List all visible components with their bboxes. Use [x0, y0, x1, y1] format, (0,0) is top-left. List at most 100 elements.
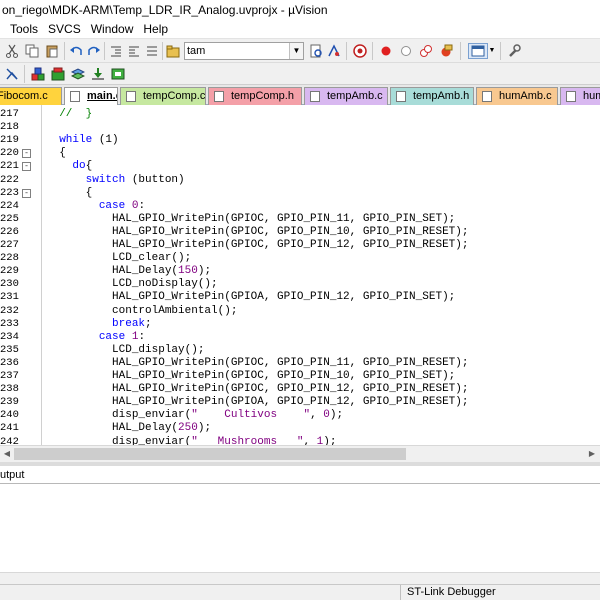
- code-line[interactable]: 224 case 0:: [0, 200, 600, 213]
- code-token: case: [98, 330, 126, 343]
- find-in-files-icon[interactable]: [165, 43, 181, 59]
- layout-dropdown-icon[interactable]: ▼: [488, 43, 496, 59]
- code-token: HAL_GPIO_WritePin(GPIOC, GPIO_PIN_10, GP…: [46, 370, 456, 382]
- unindent-icon[interactable]: [126, 43, 142, 59]
- menu-window[interactable]: Window: [86, 20, 139, 38]
- line-number: 238: [0, 383, 19, 396]
- code-line[interactable]: 238 HAL_GPIO_WritePin(GPIOC, GPIO_PIN_12…: [0, 383, 600, 396]
- chevron-down-icon[interactable]: ▼: [289, 43, 303, 59]
- code-line[interactable]: 226 HAL_GPIO_WritePin(GPIOC, GPIO_PIN_10…: [0, 226, 600, 239]
- comment-icon[interactable]: [144, 43, 160, 59]
- build-icon[interactable]: [30, 66, 46, 82]
- code-line[interactable]: 231 HAL_GPIO_WritePin(GPIOA, GPIO_PIN_12…: [0, 291, 600, 304]
- scrollbar-thumb[interactable]: [14, 448, 406, 460]
- indent-icon[interactable]: [108, 43, 124, 59]
- tab-main-c[interactable]: main.c: [64, 87, 118, 105]
- breakpoint-icon[interactable]: [378, 43, 394, 59]
- rebuild-icon[interactable]: [50, 66, 66, 82]
- options-for-target-icon[interactable]: [110, 66, 126, 82]
- output-horizontal-scrollbar[interactable]: [0, 572, 600, 584]
- code-line[interactable]: 225 HAL_GPIO_WritePin(GPIOC, GPIO_PIN_11…: [0, 213, 600, 226]
- code-line[interactable]: 240 disp_enviar(" Cultivos ", 0);: [0, 409, 600, 422]
- cut-icon[interactable]: [4, 43, 20, 59]
- batch-build-icon[interactable]: [70, 66, 86, 82]
- find-icon[interactable]: [308, 43, 324, 59]
- code-line[interactable]: 228 LCD_clear();: [0, 252, 600, 265]
- code-text: {: [46, 187, 93, 200]
- fold-toggle-icon[interactable]: -: [22, 188, 31, 198]
- redo-icon[interactable]: [86, 43, 102, 59]
- project-toolbar: [0, 63, 600, 85]
- incremental-find-icon[interactable]: [326, 43, 342, 59]
- code-editor[interactable]: 217 // } 218 219 while (1) 220- {221- do{22…: [0, 105, 600, 445]
- code-text: break;: [46, 318, 152, 331]
- code-line[interactable]: 219 while (1): [0, 134, 600, 147]
- tab-tempamb-c[interactable]: tempAmb.c: [304, 87, 388, 105]
- paste-icon[interactable]: [44, 43, 60, 59]
- code-line[interactable]: 234 case 1:: [0, 331, 600, 344]
- undo-icon[interactable]: [68, 43, 84, 59]
- output-window[interactable]: [0, 484, 600, 572]
- tab-humamb-c[interactable]: humAmb.c: [476, 87, 558, 105]
- window-layout-icon[interactable]: [468, 43, 488, 59]
- tab-label: tempComp.h: [231, 90, 294, 102]
- tab-label: tempAmb.c: [327, 90, 383, 102]
- code-token: case: [98, 199, 126, 212]
- disable-breakpoint-icon[interactable]: [398, 43, 414, 59]
- find-combo[interactable]: tam ▼: [184, 42, 304, 60]
- code-text: HAL_GPIO_WritePin(GPIOC, GPIO_PIN_12, GP…: [46, 239, 468, 252]
- code-line[interactable]: 236 HAL_GPIO_WritePin(GPIOC, GPIO_PIN_11…: [0, 357, 600, 370]
- code-token: :: [138, 199, 146, 212]
- kill-breakpoints-icon[interactable]: [438, 43, 454, 59]
- code-line[interactable]: 237 HAL_GPIO_WritePin(GPIOC, GPIO_PIN_10…: [0, 370, 600, 383]
- fold-toggle-icon[interactable]: -: [22, 149, 31, 159]
- tab-tempamb-h[interactable]: tempAmb.h: [390, 87, 474, 105]
- line-number: 226: [0, 225, 19, 238]
- code-line[interactable]: 235 LCD_display();: [0, 344, 600, 357]
- fold-toggle-icon[interactable]: -: [22, 162, 31, 172]
- tab-fibocom-c[interactable]: Fibocom.c: [0, 87, 62, 105]
- code-line[interactable]: 230 LCD_noDisplay();: [0, 278, 600, 291]
- code-token: disp_enviar(: [46, 409, 192, 422]
- code-line[interactable]: 232 controlAmbiental();: [0, 305, 600, 318]
- download-icon[interactable]: [90, 66, 106, 82]
- code-line[interactable]: 222 switch (button): [0, 174, 600, 187]
- code-line[interactable]: 233 break;: [0, 318, 600, 331]
- copy-icon[interactable]: [24, 43, 40, 59]
- menu-tools[interactable]: Tools: [0, 20, 43, 38]
- code-line[interactable]: 223- {: [0, 187, 600, 200]
- tab-tempcomp-h[interactable]: tempComp.h: [208, 87, 302, 105]
- translate-icon[interactable]: [4, 66, 20, 82]
- scroll-right-icon[interactable]: ▶: [586, 448, 598, 460]
- file-icon: [310, 91, 320, 102]
- line-number: 234: [0, 330, 19, 343]
- code-line[interactable]: 221- do{: [0, 160, 600, 173]
- code-line[interactable]: 239 HAL_GPIO_WritePin(GPIOA, GPIO_PIN_12…: [0, 396, 600, 409]
- editor-horizontal-scrollbar[interactable]: ◀ ▶: [0, 445, 600, 462]
- code-token: LCD_noDisplay();: [46, 278, 218, 291]
- code-token: do: [72, 160, 86, 173]
- code-line[interactable]: 217 // }: [0, 108, 600, 121]
- configure-icon[interactable]: [506, 43, 522, 59]
- disable-all-breakpoints-icon[interactable]: [418, 43, 434, 59]
- code-line[interactable]: 227 HAL_GPIO_WritePin(GPIOC, GPIO_PIN_12…: [0, 239, 600, 252]
- menu-help[interactable]: Help: [138, 20, 173, 38]
- code-line[interactable]: 242 disp_enviar(" Mushrooms ", 1);: [0, 436, 600, 446]
- code-text: HAL_GPIO_WritePin(GPIOA, GPIO_PIN_12, GP…: [46, 396, 468, 409]
- code-line[interactable]: 218: [0, 121, 600, 134]
- code-token: 150: [178, 265, 198, 278]
- menu-svcs[interactable]: SVCS: [43, 20, 86, 38]
- tab-label: tempComp.c: [143, 90, 206, 102]
- tab-label: hum: [583, 90, 600, 102]
- code-line[interactable]: 220- {: [0, 147, 600, 160]
- code-token: {: [85, 160, 93, 173]
- tab-hum[interactable]: hum: [560, 87, 600, 105]
- scroll-left-icon[interactable]: ◀: [1, 448, 13, 460]
- code-line[interactable]: 241 HAL_Delay(250);: [0, 422, 600, 435]
- tab-tempcomp-c[interactable]: tempComp.c: [120, 87, 206, 105]
- debug-session-icon[interactable]: [352, 43, 368, 59]
- code-line[interactable]: 229 HAL_Delay(150);: [0, 265, 600, 278]
